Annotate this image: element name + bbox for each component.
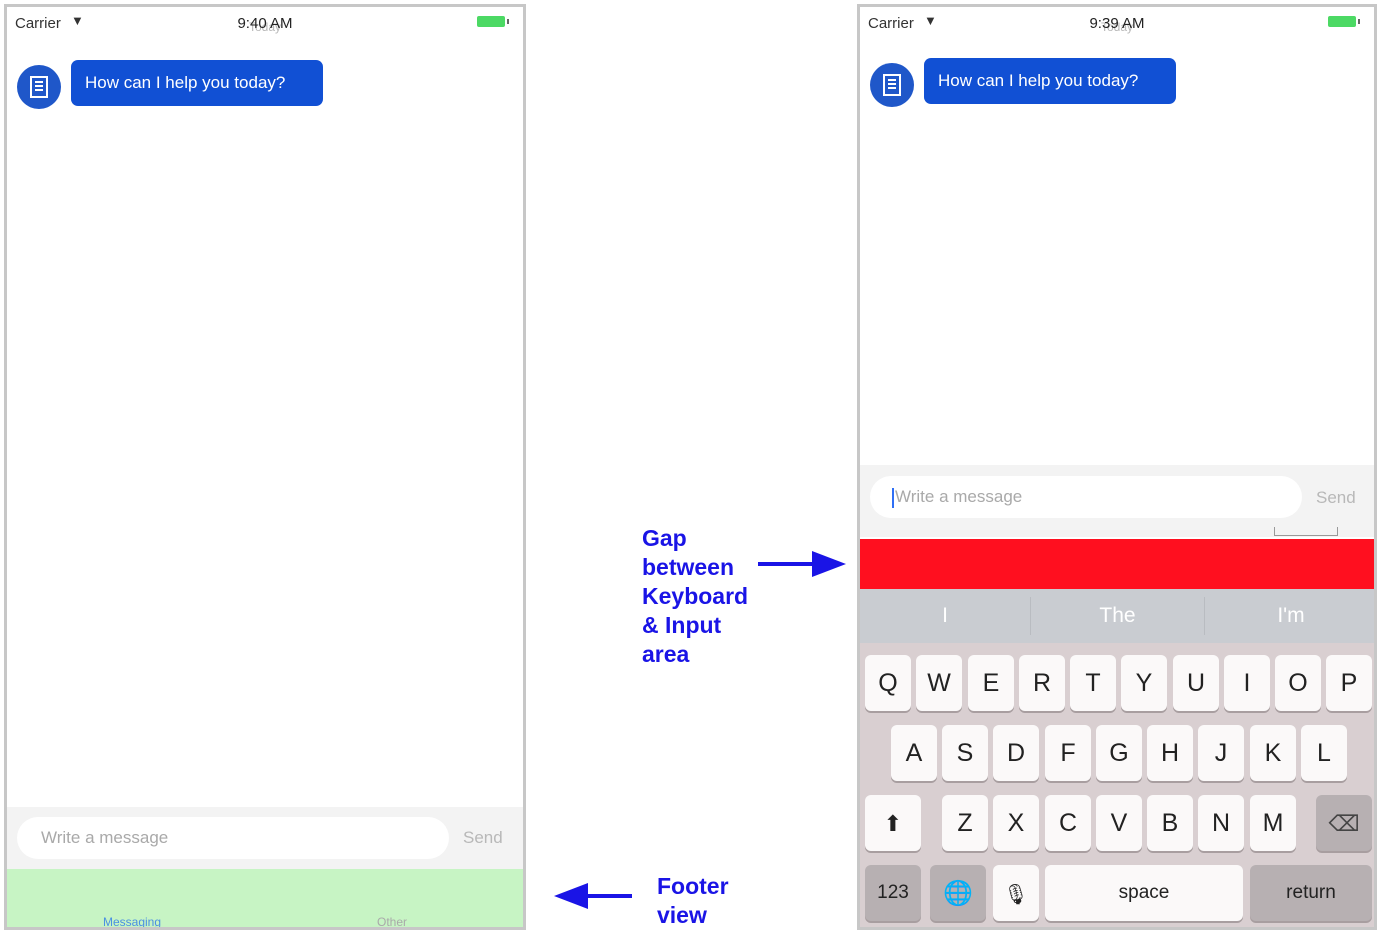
key-f[interactable]: F xyxy=(1045,725,1091,781)
suggestion-item[interactable]: I xyxy=(860,589,1030,643)
suggestion-item[interactable]: I'm xyxy=(1205,589,1374,643)
key-i[interactable]: I xyxy=(1224,655,1270,711)
key-x[interactable]: X xyxy=(993,795,1039,851)
bot-message-bubble: How can I help you today? xyxy=(71,60,323,106)
keyboard: Q W E R T Y U I O P A S D F G H J K L ⬆ … xyxy=(860,643,1374,927)
key-n[interactable]: N xyxy=(1198,795,1244,851)
shift-key[interactable]: ⬆ xyxy=(865,795,921,851)
message-input-placeholder: Write a message xyxy=(895,487,1023,506)
shift-icon: ⬆ xyxy=(883,811,903,836)
send-button[interactable]: Send xyxy=(463,828,503,848)
key-y[interactable]: Y xyxy=(1121,655,1167,711)
key-r[interactable]: R xyxy=(1019,655,1065,711)
message-input[interactable]: Write a message xyxy=(870,476,1302,518)
microphone-icon: 🎙 xyxy=(1003,884,1029,906)
suggestion-item[interactable]: The xyxy=(1031,589,1204,643)
backspace-icon: ⌫ xyxy=(1328,811,1360,836)
gap-annotation: Gap between Keyboard & Input area xyxy=(642,524,748,669)
battery-icon xyxy=(477,16,509,27)
gap-annotation-line: area xyxy=(642,641,690,667)
text-cursor xyxy=(892,487,894,508)
key-z[interactable]: Z xyxy=(942,795,988,851)
status-bar: Carrier ▼ Today 9:39 AM xyxy=(860,7,1374,37)
message-input-bar: Write a message Send xyxy=(7,807,523,869)
tab-messaging[interactable]: Messaging xyxy=(103,915,161,927)
footer-arrow-left xyxy=(554,883,632,909)
key-m[interactable]: M xyxy=(1250,795,1296,851)
key-s[interactable]: S xyxy=(942,725,988,781)
microphone-key[interactable]: 🎙 xyxy=(993,865,1039,921)
status-time: 9:40 AM xyxy=(237,15,293,32)
message-input-bar: Write a message Send xyxy=(860,465,1374,537)
footer-annotation-line: Footer xyxy=(657,873,729,899)
bot-avatar xyxy=(17,65,61,109)
key-v[interactable]: V xyxy=(1096,795,1142,851)
key-b[interactable]: B xyxy=(1147,795,1193,851)
building-icon xyxy=(883,74,901,96)
key-l[interactable]: L xyxy=(1301,725,1347,781)
gap-annotation-line: & Input xyxy=(642,612,722,638)
key-k[interactable]: K xyxy=(1250,725,1296,781)
key-h[interactable]: H xyxy=(1147,725,1193,781)
gap-highlight-bar xyxy=(860,539,1374,589)
key-a[interactable]: A xyxy=(891,725,937,781)
gap-annotation-line: between xyxy=(642,554,735,580)
key-t[interactable]: T xyxy=(1070,655,1116,711)
globe-key[interactable]: 🌐 xyxy=(930,865,986,921)
key-j[interactable]: J xyxy=(1198,725,1244,781)
bot-message-bubble: How can I help you today? xyxy=(924,58,1176,104)
tab-other[interactable]: Other xyxy=(377,915,407,927)
status-time: 9:39 AM xyxy=(1089,15,1145,32)
footer-view: Messaging Other xyxy=(7,869,523,927)
input-underline xyxy=(1274,527,1338,536)
key-w[interactable]: W xyxy=(916,655,962,711)
gap-arrow-right xyxy=(758,551,846,577)
phone-screen-left: Carrier ▼ Today 9:40 AM How can I help y… xyxy=(4,4,526,930)
key-o[interactable]: O xyxy=(1275,655,1321,711)
suggestion-bar: I The I'm xyxy=(860,589,1374,643)
backspace-key[interactable]: ⌫ xyxy=(1316,795,1372,851)
key-u[interactable]: U xyxy=(1173,655,1219,711)
bot-avatar xyxy=(870,63,914,107)
return-key[interactable]: return xyxy=(1250,865,1372,921)
space-key[interactable]: space xyxy=(1045,865,1243,921)
footer-annotation-line: view xyxy=(657,902,707,928)
gap-annotation-line: Keyboard xyxy=(642,583,749,609)
building-icon xyxy=(30,76,48,98)
status-bar: Carrier ▼ Today 9:40 AM xyxy=(7,7,523,37)
key-c[interactable]: C xyxy=(1045,795,1091,851)
key-d[interactable]: D xyxy=(993,725,1039,781)
key-e[interactable]: E xyxy=(968,655,1014,711)
phone-screen-right: Carrier ▼ Today 9:39 AM How can I help y… xyxy=(857,4,1377,930)
footer-annotation: Footer view xyxy=(657,872,729,930)
gap-annotation-line: Gap xyxy=(642,525,687,551)
battery-icon xyxy=(1328,16,1360,27)
key-q[interactable]: Q xyxy=(865,655,911,711)
key-g[interactable]: G xyxy=(1096,725,1142,781)
key-p[interactable]: P xyxy=(1326,655,1372,711)
send-button[interactable]: Send xyxy=(1316,488,1356,508)
numbers-key[interactable]: 123 xyxy=(865,865,921,921)
globe-icon: 🌐 xyxy=(943,880,973,907)
message-input[interactable]: Write a message xyxy=(17,817,449,859)
